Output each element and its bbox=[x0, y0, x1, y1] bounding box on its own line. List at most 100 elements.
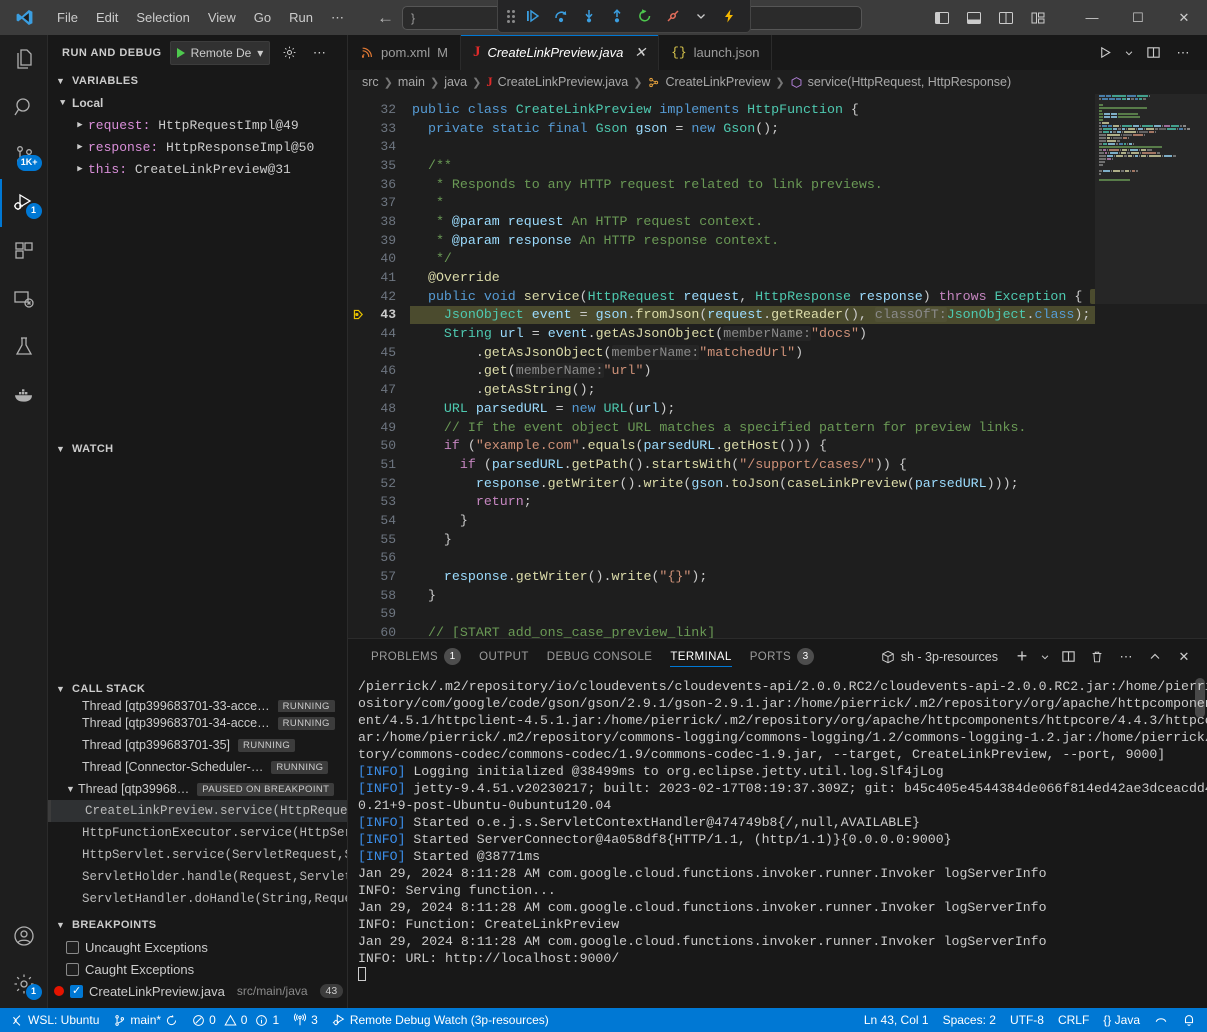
status-debug-session[interactable]: Remote Debug Watch (3p-resources) bbox=[325, 1008, 556, 1032]
code-line[interactable]: if (parsedURL.getPath().startsWith("/sup… bbox=[410, 455, 1095, 474]
callstack-frame[interactable]: HttpServlet.service(ServletRequest,S bbox=[48, 844, 347, 866]
callstack-header[interactable]: ▼ CALL STACK bbox=[48, 678, 347, 700]
code-line[interactable]: response.getWriter().write("{}"); bbox=[410, 567, 1095, 586]
chevron-right-icon[interactable]: ▶ bbox=[72, 120, 88, 130]
line-number[interactable]: 54 bbox=[348, 511, 410, 530]
trash-icon[interactable] bbox=[1084, 644, 1110, 670]
line-number[interactable]: 53 bbox=[348, 492, 410, 511]
activity-item-source-control[interactable]: 1K+ bbox=[0, 131, 48, 179]
code-line[interactable]: .getAsJsonObject(memberName:"matchedUrl"… bbox=[410, 343, 1095, 362]
step-over-button[interactable] bbox=[548, 4, 574, 28]
sync-icon[interactable] bbox=[165, 1014, 178, 1027]
status-language-mode[interactable]: {} Java bbox=[1096, 1008, 1147, 1032]
line-number[interactable]: 58 bbox=[348, 586, 410, 605]
line-number[interactable]: 35 bbox=[348, 156, 410, 175]
code-line[interactable]: * bbox=[410, 193, 1095, 212]
callstack-thread[interactable]: Thread [qtp399683701-33-acce… RUNNING bbox=[48, 700, 347, 712]
variables-header[interactable]: ▼ VARIABLES bbox=[48, 70, 347, 92]
code-line[interactable] bbox=[410, 605, 1095, 624]
terminal-scrollbar[interactable] bbox=[1195, 678, 1205, 718]
variable-scope-local[interactable]: ▼ Local bbox=[48, 92, 347, 114]
menu-go[interactable]: Go bbox=[245, 6, 280, 29]
breadcrumb-class[interactable]: CreateLinkPreview bbox=[665, 75, 770, 89]
panel-tab-output[interactable]: OUTPUT bbox=[470, 639, 538, 674]
variable-row-response[interactable]: ▶ response: HttpResponseImpl@50 bbox=[48, 136, 347, 158]
close-button[interactable]: ✕ bbox=[1161, 0, 1207, 35]
panel-tab-problems[interactable]: PROBLEMS 1 bbox=[362, 639, 470, 674]
chevron-down-icon[interactable] bbox=[1038, 644, 1052, 670]
breadcrumb-java[interactable]: java bbox=[444, 75, 467, 89]
line-number[interactable]: 45 bbox=[348, 343, 410, 362]
code-line[interactable]: .getAsString(); bbox=[410, 380, 1095, 399]
code-content[interactable]: public class CreateLinkPreview implement… bbox=[410, 94, 1095, 638]
code-line[interactable]: * @param request An HTTP request context… bbox=[410, 212, 1095, 231]
close-panel-icon[interactable]: ✕ bbox=[1171, 644, 1197, 670]
status-branch[interactable]: main* bbox=[106, 1008, 185, 1032]
checkbox[interactable] bbox=[70, 985, 83, 998]
terminal-selector[interactable]: sh - 3p-resources bbox=[881, 650, 998, 664]
status-feedback[interactable] bbox=[1147, 1008, 1175, 1032]
code-line[interactable]: * Responds to any HTTP request related t… bbox=[410, 175, 1095, 194]
menu-more[interactable]: ⋯ bbox=[322, 6, 353, 30]
line-number[interactable]: 60 bbox=[348, 623, 410, 638]
breakpoints-header[interactable]: ▼ BREAKPOINTS bbox=[48, 914, 347, 936]
chevron-down-icon[interactable] bbox=[1121, 39, 1137, 67]
code-line[interactable] bbox=[410, 549, 1095, 568]
status-indentation[interactable]: Spaces: 2 bbox=[936, 1008, 1003, 1032]
chevron-right-icon[interactable]: ▶ bbox=[72, 164, 88, 174]
panel-tab-ports[interactable]: PORTS 3 bbox=[741, 639, 823, 674]
tab-pom-xml[interactable]: pom.xml M bbox=[348, 35, 461, 70]
line-number[interactable]: 50 bbox=[348, 436, 410, 455]
line-number[interactable]: 37 bbox=[348, 193, 410, 212]
menu-edit[interactable]: Edit bbox=[87, 6, 127, 29]
code-line[interactable]: .get(memberName:"url") bbox=[410, 362, 1095, 381]
status-encoding[interactable]: UTF-8 bbox=[1003, 1008, 1051, 1032]
new-terminal-icon[interactable]: + bbox=[1009, 644, 1035, 670]
panel-tab-terminal[interactable]: TERMINAL bbox=[661, 639, 740, 674]
code-line[interactable]: } bbox=[410, 586, 1095, 605]
activity-item-accounts[interactable] bbox=[0, 912, 48, 960]
menu-view[interactable]: View bbox=[199, 6, 245, 29]
line-number[interactable]: 42 bbox=[348, 287, 410, 306]
code-line[interactable]: response.getWriter().write(gson.toJson(c… bbox=[410, 474, 1095, 493]
gear-icon[interactable] bbox=[278, 42, 300, 64]
callstack-thread[interactable]: Thread [qtp399683701-34-acce… RUNNING bbox=[48, 712, 347, 734]
customize-layout-icon[interactable] bbox=[1023, 5, 1053, 31]
toggle-panel-icon[interactable] bbox=[959, 5, 989, 31]
code-line[interactable]: /** bbox=[410, 156, 1095, 175]
line-number[interactable]: 52 bbox=[348, 474, 410, 493]
launch-config-dropdown[interactable]: Remote De ▾ bbox=[170, 41, 271, 65]
activity-item-remote-explorer[interactable] bbox=[0, 275, 48, 323]
callstack-frame[interactable]: ServletHandler.doHandle(String,Reque bbox=[48, 888, 347, 910]
code-line[interactable]: } bbox=[410, 530, 1095, 549]
code-line[interactable]: */ bbox=[410, 250, 1095, 269]
code-line[interactable]: // If the event object URL matches a spe… bbox=[410, 418, 1095, 437]
more-actions-icon[interactable]: ⋯ bbox=[1169, 39, 1197, 67]
callstack-frame[interactable]: HttpFunctionExecutor.service(HttpSer bbox=[48, 822, 347, 844]
disconnect-button[interactable] bbox=[660, 4, 686, 28]
line-number-gutter[interactable]: 3233343536373839404142434445464748495051… bbox=[348, 94, 410, 638]
tab-launch-json[interactable]: {} launch.json bbox=[659, 35, 772, 70]
variable-row-this[interactable]: ▶ this: CreateLinkPreview@31 bbox=[48, 158, 347, 180]
line-number[interactable]: 59 bbox=[348, 605, 410, 624]
breadcrumb-method[interactable]: service(HttpRequest, HttpResponse) bbox=[808, 75, 1012, 89]
callstack-thread-paused[interactable]: ▼ Thread [qtp39968… PAUSED ON BREAKPOINT bbox=[48, 778, 347, 800]
variable-row-request[interactable]: ▶ request: HttpRequestImpl@49 bbox=[48, 114, 347, 136]
code-line[interactable]: if ("example.com".equals(parsedURL.getHo… bbox=[410, 436, 1095, 455]
line-number[interactable]: 41 bbox=[348, 268, 410, 287]
code-line[interactable]: public void service(HttpRequest request,… bbox=[410, 287, 1095, 306]
line-number[interactable]: 36 bbox=[348, 175, 410, 194]
activity-item-extensions[interactable] bbox=[0, 227, 48, 275]
code-line[interactable]: } bbox=[410, 511, 1095, 530]
line-number[interactable]: 49 bbox=[348, 418, 410, 437]
code-line[interactable]: public class CreateLinkPreview implement… bbox=[410, 100, 1095, 119]
code-line[interactable] bbox=[410, 137, 1095, 156]
line-number[interactable]: 44 bbox=[348, 324, 410, 343]
line-number[interactable]: 33 bbox=[348, 119, 410, 138]
tab-create-link-preview-java[interactable]: J CreateLinkPreview.java ✕ bbox=[461, 35, 659, 70]
maximize-panel-icon[interactable] bbox=[1142, 644, 1168, 670]
drag-handle-icon[interactable] bbox=[506, 9, 518, 24]
chevron-right-icon[interactable]: ▶ bbox=[72, 142, 88, 152]
panel-tab-debug-console[interactable]: DEBUG CONSOLE bbox=[538, 639, 662, 674]
line-number[interactable]: 46 bbox=[348, 362, 410, 381]
